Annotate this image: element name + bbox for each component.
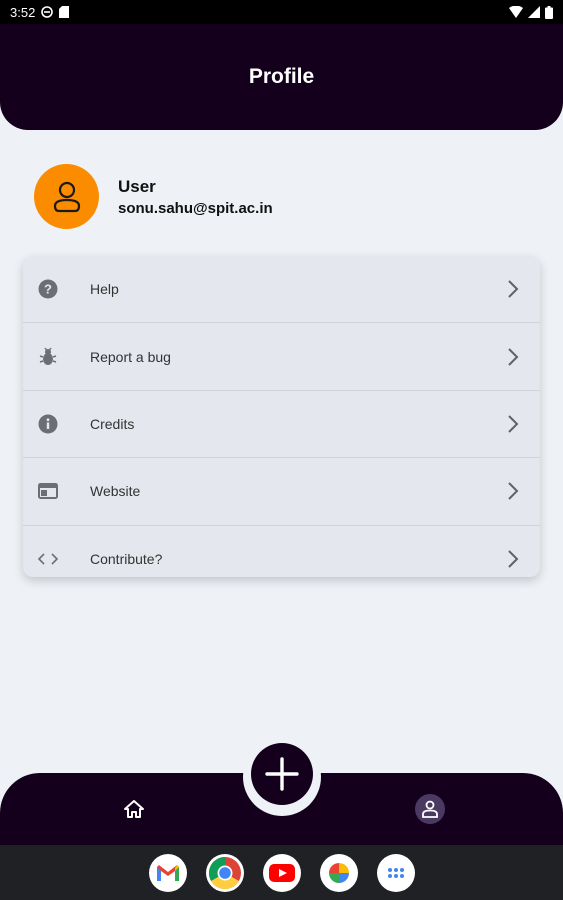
user-icon [53,181,80,212]
apps-icon [387,867,404,878]
signal-icon [528,6,540,18]
photos-icon [328,862,349,883]
app-drawer[interactable] [376,853,415,892]
menu-label: Report a bug [90,348,171,365]
wifi-icon [509,6,523,18]
photos-app[interactable] [319,853,358,892]
help-icon: ? [37,278,59,300]
youtube-app[interactable] [262,853,301,892]
chevron-right-icon [508,550,519,568]
app-header: Profile [0,24,563,130]
user-email: sonu.sahu@spit.ac.in [118,199,273,217]
gmail-app[interactable] [148,853,187,892]
system-dock [0,845,563,900]
web-icon [37,480,59,502]
person-icon [422,800,438,818]
home-icon [124,800,144,818]
menu-label: Contribute? [90,551,163,568]
chevron-right-icon [508,280,519,298]
status-bar: 3:52 [0,0,563,24]
nav-home-button[interactable] [123,798,145,820]
menu-item-contribute[interactable]: Contribute? [23,526,540,577]
menu-item-website[interactable]: Website [23,458,540,526]
avatar [34,164,99,229]
chrome-app[interactable] [205,853,244,892]
add-button[interactable] [251,743,313,805]
chevron-right-icon [508,415,519,433]
menu-label: Credits [90,415,135,432]
settings-menu-card: ? Help Report a bug Credits Website Cont… [23,256,540,577]
user-name: User [118,176,156,196]
data-saver-icon [41,6,54,18]
youtube-icon [268,863,295,882]
chrome-icon [208,856,241,889]
page-title: Profile [248,65,315,88]
bug-icon [37,346,59,368]
svg-text:?: ? [44,282,52,297]
info-icon [37,413,59,435]
menu-item-report-bug[interactable]: Report a bug [23,323,540,391]
menu-label: Help [90,281,119,298]
nav-profile-button[interactable] [415,794,445,824]
profile-section: User sonu.sahu@spit.ac.in [34,164,273,229]
menu-label: Website [90,483,141,500]
menu-item-credits[interactable]: Credits [23,391,540,459]
battery-icon [545,5,553,19]
status-time: 3:52 [10,4,36,20]
chevron-right-icon [508,347,519,366]
chevron-right-icon [508,482,519,501]
code-icon [37,548,59,570]
gmail-icon [156,864,179,881]
plus-icon [265,757,299,791]
sim-card-icon [59,6,70,18]
menu-item-help[interactable]: ? Help [23,256,540,324]
